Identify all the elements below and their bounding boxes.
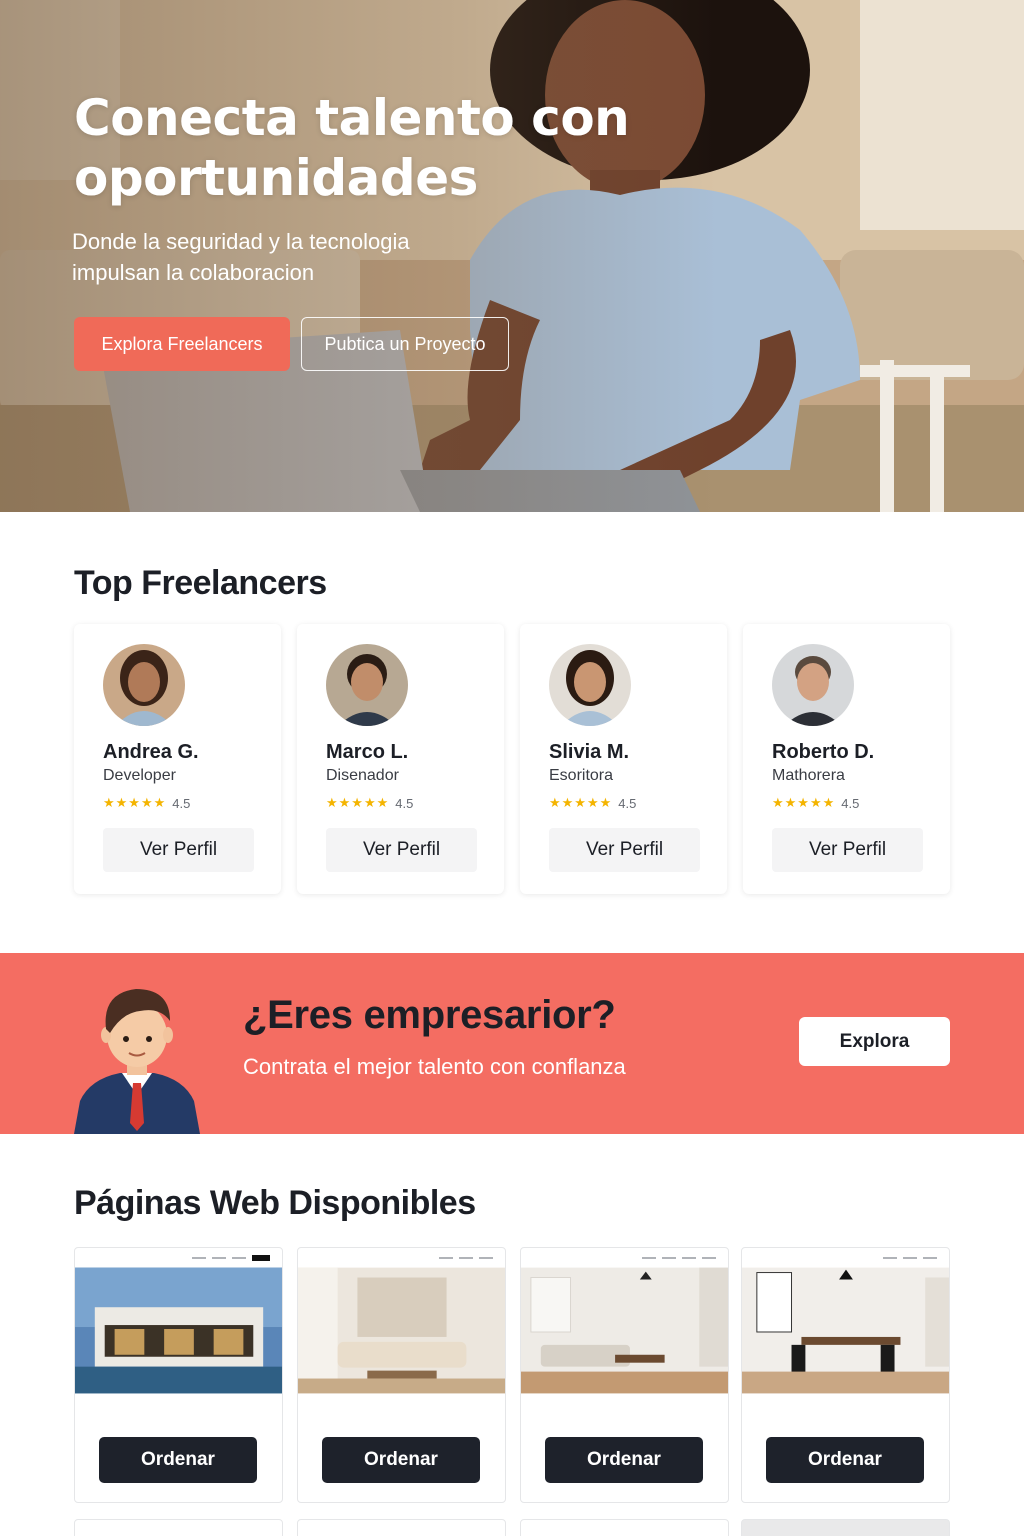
view-profile-button[interactable]: Ver Perfil bbox=[326, 828, 477, 872]
hero-title: Conecta talento con oportunidades bbox=[74, 89, 630, 207]
order-button[interactable]: Ordenar bbox=[545, 1437, 703, 1483]
avatar bbox=[549, 644, 631, 726]
order-button[interactable]: Ordenar bbox=[322, 1437, 480, 1483]
explore-button[interactable]: Explora bbox=[799, 1017, 950, 1066]
banner-subtitle: Contrata el mejor talento con conflanza bbox=[243, 1054, 626, 1079]
web-template-card: Ordenar bbox=[520, 1247, 729, 1503]
rating: ★★★★★ 4.5 bbox=[549, 795, 636, 811]
template-preview-nav bbox=[75, 1248, 282, 1267]
view-profile-button[interactable]: Ver Perfil bbox=[772, 828, 923, 872]
template-preview-image bbox=[298, 1267, 505, 1394]
freelancer-role: Esoritora bbox=[549, 767, 614, 784]
rating: ★★★★★ 4.5 bbox=[326, 795, 413, 811]
web-template-card bbox=[297, 1519, 506, 1536]
web-template-card bbox=[741, 1519, 950, 1536]
freelancer-role: Developer bbox=[103, 767, 176, 784]
avatar bbox=[772, 644, 854, 726]
template-preview-nav bbox=[521, 1248, 728, 1267]
web-template-card: Ordenar bbox=[297, 1247, 506, 1503]
freelancer-name: Marco L. bbox=[326, 741, 409, 763]
web-template-card: Ordenar bbox=[741, 1247, 950, 1503]
web-template-card: Ordenar bbox=[74, 1247, 283, 1503]
template-preview-image bbox=[75, 1267, 282, 1394]
publish-project-button[interactable]: Pubtica un Proyecto bbox=[301, 317, 509, 371]
rating-value: 4.5 bbox=[618, 795, 637, 811]
freelancer-role: Disenador bbox=[326, 767, 399, 784]
freelancer-card: Slivia M. Esoritora ★★★★★ 4.5 Ver Perfil bbox=[520, 624, 727, 894]
top-freelancers-title: Top Freelancers bbox=[74, 564, 327, 602]
freelancer-name: Slivia M. bbox=[549, 741, 630, 763]
rating: ★★★★★ 4.5 bbox=[103, 795, 190, 811]
businessman-illustration bbox=[74, 989, 200, 1134]
rating-value: 4.5 bbox=[395, 795, 414, 811]
view-profile-button[interactable]: Ver Perfil bbox=[103, 828, 254, 872]
rating-value: 4.5 bbox=[172, 795, 191, 811]
rating: ★★★★★ 4.5 bbox=[772, 795, 859, 811]
avatar bbox=[326, 644, 408, 726]
star-rating-icon: ★★★★★ bbox=[103, 795, 167, 810]
freelancer-role: Mathorera bbox=[772, 767, 845, 784]
order-button[interactable]: Ordenar bbox=[766, 1437, 924, 1483]
banner-title: ¿Eres empresarior? bbox=[243, 993, 616, 1037]
star-rating-icon: ★★★★★ bbox=[549, 795, 613, 810]
template-preview-nav bbox=[742, 1248, 949, 1267]
explore-freelancers-button[interactable]: Explora Freelancers bbox=[74, 317, 290, 371]
star-rating-icon: ★★★★★ bbox=[326, 795, 390, 810]
avatar bbox=[103, 644, 185, 726]
business-banner: ¿Eres empresarior? Contrata el mejor tal… bbox=[0, 953, 1024, 1134]
web-template-card bbox=[520, 1519, 729, 1536]
freelancer-name: Roberto D. bbox=[772, 741, 875, 763]
star-rating-icon: ★★★★★ bbox=[772, 795, 836, 810]
template-preview-image bbox=[742, 1267, 949, 1394]
template-preview-nav bbox=[298, 1248, 505, 1267]
order-button[interactable]: Ordenar bbox=[99, 1437, 257, 1483]
web-template-card bbox=[74, 1519, 283, 1536]
hero-section: Conecta talento con oportunidades Donde … bbox=[0, 0, 1024, 512]
web-pages-title: Páginas Web Disponibles bbox=[74, 1184, 476, 1222]
freelancer-card: Marco L. Disenador ★★★★★ 4.5 Ver Perfil bbox=[297, 624, 504, 894]
freelancer-card: Andrea G. Developer ★★★★★ 4.5 Ver Perfil bbox=[74, 624, 281, 894]
hero-subtitle: Donde la seguridad y la tecnologia impul… bbox=[72, 229, 410, 285]
rating-value: 4.5 bbox=[841, 795, 860, 811]
view-profile-button[interactable]: Ver Perfil bbox=[549, 828, 700, 872]
freelancer-name: Andrea G. bbox=[103, 741, 199, 763]
freelancer-card: Roberto D. Mathorera ★★★★★ 4.5 Ver Perfi… bbox=[743, 624, 950, 894]
template-preview-image bbox=[521, 1267, 728, 1394]
